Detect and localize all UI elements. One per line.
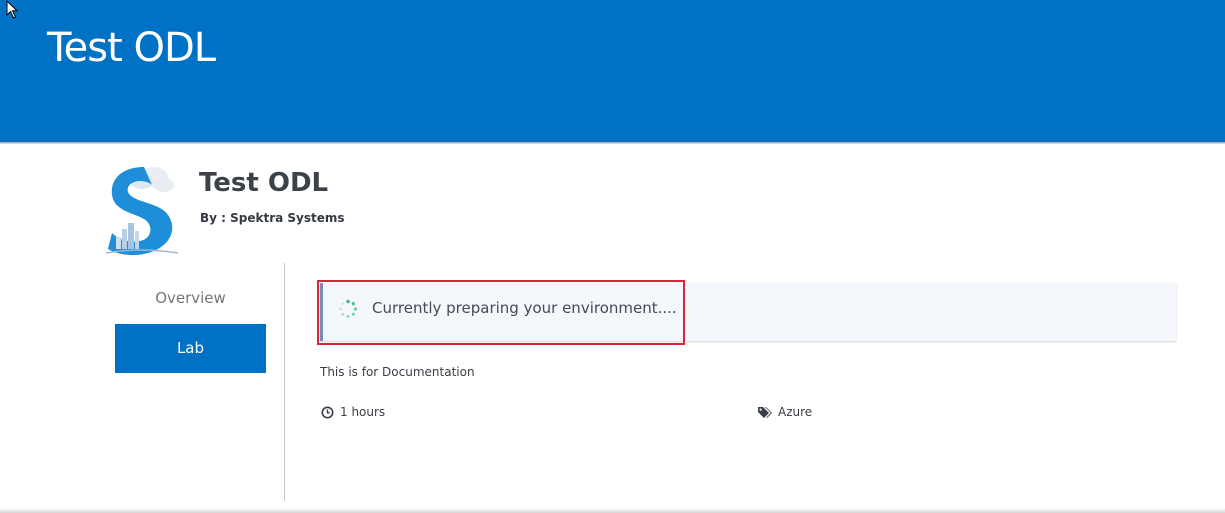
course-author: By : Spektra Systems	[200, 211, 345, 225]
status-highlight-box	[317, 280, 685, 345]
nav-overview-tab[interactable]: Overview	[115, 284, 266, 312]
header-shadow	[0, 142, 1225, 144]
clock-icon	[321, 406, 334, 418]
course-title: Test ODL	[199, 168, 329, 198]
page-bottom-edge	[0, 508, 1225, 513]
sidebar-divider	[284, 263, 285, 501]
course-duration: 1 hours	[321, 403, 385, 421]
tags-icon	[758, 406, 772, 418]
header-banner: Test ODL	[0, 0, 1225, 142]
header-title: Test ODL	[47, 25, 216, 71]
course-tag: Azure	[757, 403, 812, 421]
spektra-logo-icon	[105, 167, 179, 256]
course-tag-label[interactable]: Azure	[778, 403, 812, 421]
nav-lab-tab[interactable]: Lab	[115, 324, 266, 373]
course-description: This is for Documentation	[320, 365, 475, 379]
mouse-cursor-icon	[6, 0, 19, 19]
course-duration-label: 1 hours	[340, 405, 386, 419]
